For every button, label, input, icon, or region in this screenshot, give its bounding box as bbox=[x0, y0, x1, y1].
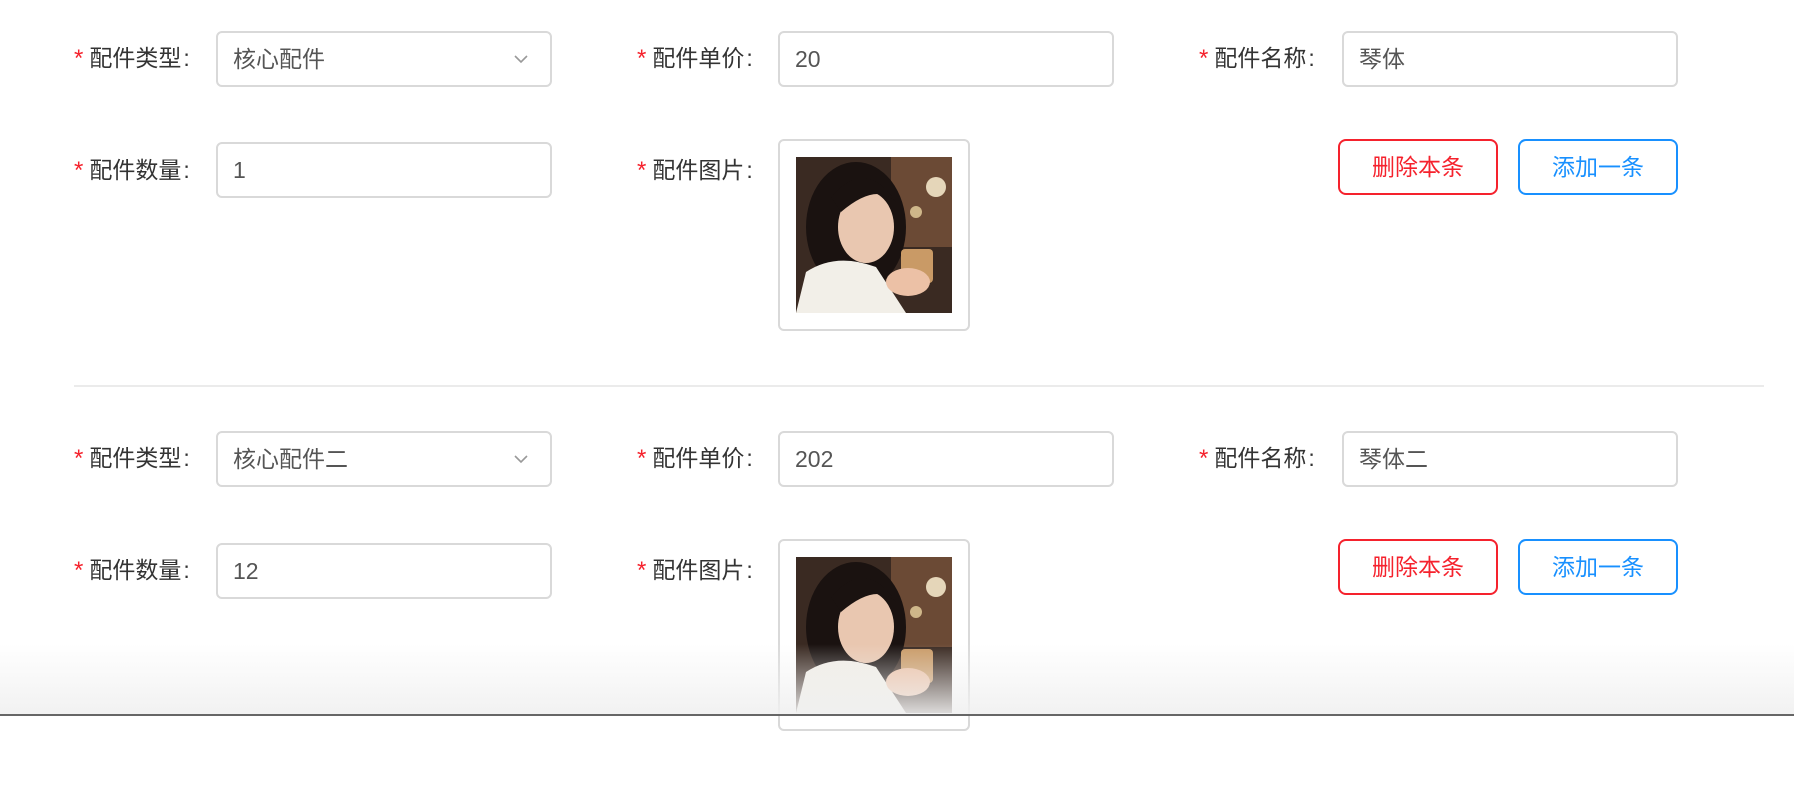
chevron-down-icon bbox=[514, 55, 528, 64]
add-item-button[interactable]: 添加一条 bbox=[1518, 139, 1678, 195]
image-upload[interactable] bbox=[778, 539, 970, 731]
quantity-label: * 配件数量: bbox=[74, 157, 190, 184]
delete-item-button[interactable]: 删除本条 bbox=[1338, 139, 1498, 195]
quantity-input[interactable]: 1 bbox=[216, 142, 552, 198]
type-label: * 配件类型: bbox=[74, 445, 190, 472]
add-item-button[interactable]: 添加一条 bbox=[1518, 539, 1678, 595]
part-photo bbox=[796, 157, 952, 313]
image-upload[interactable] bbox=[778, 139, 970, 331]
type-select[interactable]: 核心配件 bbox=[216, 31, 552, 87]
quantity-label: * 配件数量: bbox=[74, 557, 190, 584]
type-label: * 配件类型: bbox=[74, 45, 190, 72]
name-label: * 配件名称: bbox=[1199, 445, 1315, 472]
part-photo bbox=[796, 557, 952, 713]
image-label: * 配件图片: bbox=[637, 157, 753, 184]
price-label: * 配件单价: bbox=[637, 45, 753, 72]
type-select[interactable]: 核心配件二 bbox=[216, 431, 552, 487]
part-item-1: * 配件类型: 核心配件 * 配件单价: 20 * 配件名称: 琴体 * 配件数量: 1… bbox=[0, 0, 1794, 400]
price-label: * 配件单价: bbox=[637, 445, 753, 472]
price-input[interactable]: 20 bbox=[778, 31, 1114, 87]
item-divider bbox=[74, 385, 1764, 387]
part-item-2: * 配件类型: 核心配件二 * 配件单价: 202 * 配件名称: 琴体二 * 配件数量… bbox=[0, 400, 1794, 800]
delete-item-button[interactable]: 删除本条 bbox=[1338, 539, 1498, 595]
price-input[interactable]: 202 bbox=[778, 431, 1114, 487]
name-input[interactable]: 琴体二 bbox=[1342, 431, 1678, 487]
name-input[interactable]: 琴体 bbox=[1342, 31, 1678, 87]
chevron-down-icon bbox=[514, 455, 528, 464]
quantity-input[interactable]: 12 bbox=[216, 543, 552, 599]
name-label: * 配件名称: bbox=[1199, 45, 1315, 72]
image-label: * 配件图片: bbox=[637, 557, 753, 584]
